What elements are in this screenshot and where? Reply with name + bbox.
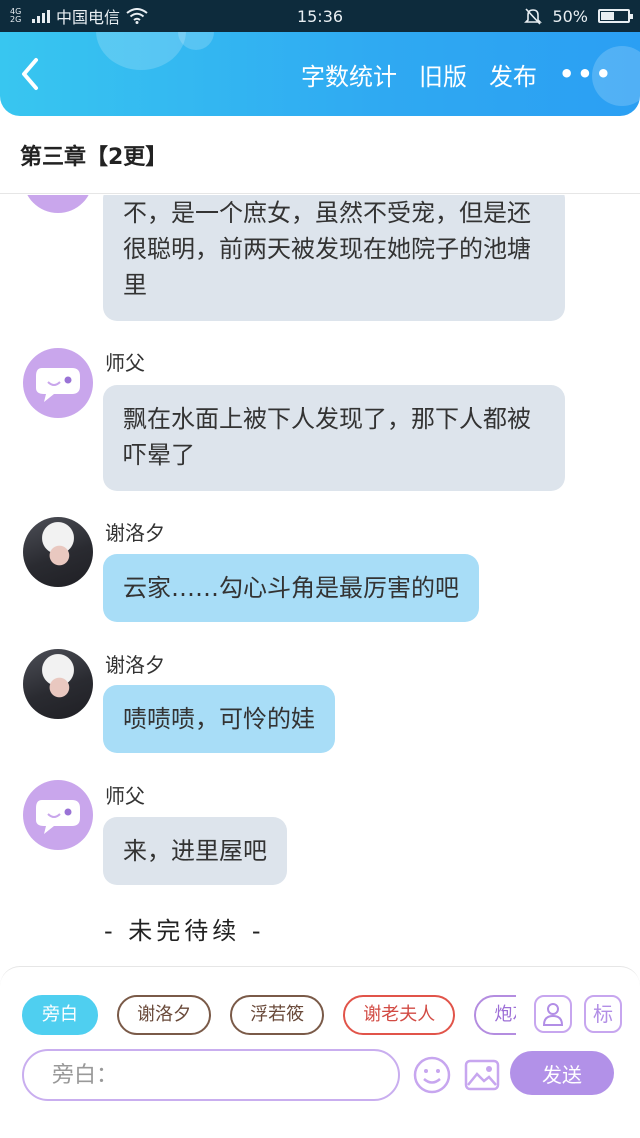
chat-area[interactable]: 不，是一个庶女，虽然不受宠，但是还很聪明，前两天被发现在她院子的池塘里 师父 飘… — [0, 195, 640, 965]
chat-bubble-icon — [36, 800, 80, 834]
header-decoration — [96, 32, 186, 70]
avatar-xieluoxi[interactable] — [23, 649, 93, 719]
publish-button[interactable]: 发布 — [489, 57, 537, 92]
network-type-bottom: 2G — [10, 15, 22, 24]
tag-button[interactable]: 标 — [584, 995, 622, 1033]
avatar-master[interactable] — [23, 348, 93, 418]
header-actions: 字数统计 旧版 发布 ••• — [301, 32, 614, 116]
battery-fill — [601, 12, 614, 20]
to-be-continued-label: - 未完待续 - — [104, 917, 265, 945]
character-chip[interactable]: 炮灰1 — [474, 995, 516, 1035]
message-bubble[interactable]: 飘在水面上被下人发现了，那下人都被吓晕了 — [103, 385, 565, 491]
header-decoration — [178, 32, 214, 50]
message-input[interactable] — [22, 1049, 400, 1101]
chat-bubble-icon — [36, 368, 80, 402]
send-button[interactable]: 发送 — [510, 1051, 614, 1095]
character-chip-narrator[interactable]: 旁白 — [22, 995, 98, 1035]
message-bubble[interactable]: 不，是一个庶女，虽然不受宠，但是还很聪明，前两天被发现在她院子的池塘里 — [103, 195, 565, 321]
emoji-button[interactable] — [412, 1055, 452, 1095]
message-bubble[interactable]: 来，进里屋吧 — [103, 817, 287, 885]
sender-name: 谢洛夕 — [105, 521, 165, 545]
character-chip[interactable]: 浮若筱 — [230, 995, 325, 1035]
sender-name: 师父 — [105, 784, 145, 808]
avatar-xieluoxi[interactable] — [23, 517, 93, 587]
sender-name: 师父 — [105, 351, 145, 375]
character-chip[interactable]: 谢洛夕 — [117, 995, 212, 1035]
header-bar: 字数统计 旧版 发布 ••• — [0, 32, 640, 116]
avatar-master[interactable] — [23, 195, 93, 213]
character-chip[interactable]: 谢老夫人 — [343, 995, 456, 1035]
chapter-title-text: 第三章【2更】 — [20, 144, 168, 170]
carrier-name: 中国电信 — [56, 8, 121, 27]
bottom-safe-area — [0, 1104, 640, 1138]
message-bubble[interactable]: 云家……勾心斗角是最厉害的吧 — [103, 554, 479, 622]
image-icon — [464, 1059, 500, 1091]
smiley-icon — [413, 1056, 451, 1094]
battery-icon — [598, 9, 633, 23]
old-version-button[interactable]: 旧版 — [419, 57, 467, 92]
mute-bell-icon — [524, 8, 543, 25]
message-bubble[interactable]: 啧啧啧，可怜的娃 — [103, 685, 335, 753]
signal-icon — [32, 9, 50, 23]
role-manage-button[interactable] — [534, 995, 572, 1033]
sender-name: 谢洛夕 — [105, 653, 165, 677]
person-card-icon — [542, 1003, 564, 1026]
character-selector: 旁白 谢洛夕 浮若筱 谢老夫人 炮灰1 — [22, 995, 516, 1037]
network-type: 4G 2G — [10, 8, 26, 24]
chevron-left-icon — [22, 58, 38, 90]
status-bar: 4G 2G 中国电信 15:36 50% — [0, 0, 640, 32]
avatar-master[interactable] — [23, 780, 93, 850]
battery-percent: 50% — [552, 6, 588, 26]
composer-panel: 旁白 谢洛夕 浮若筱 谢老夫人 炮灰1 标 发送 — [0, 966, 640, 1104]
more-menu-button[interactable]: ••• — [559, 60, 614, 88]
status-left: 4G 2G 中国电信 — [10, 4, 148, 28]
image-button[interactable] — [462, 1055, 502, 1095]
chapter-title[interactable]: 第三章【2更】 — [0, 116, 640, 194]
word-count-button[interactable]: 字数统计 — [301, 57, 397, 92]
back-button[interactable] — [18, 56, 54, 92]
wifi-icon — [126, 8, 148, 24]
status-right: 50% — [524, 6, 633, 26]
